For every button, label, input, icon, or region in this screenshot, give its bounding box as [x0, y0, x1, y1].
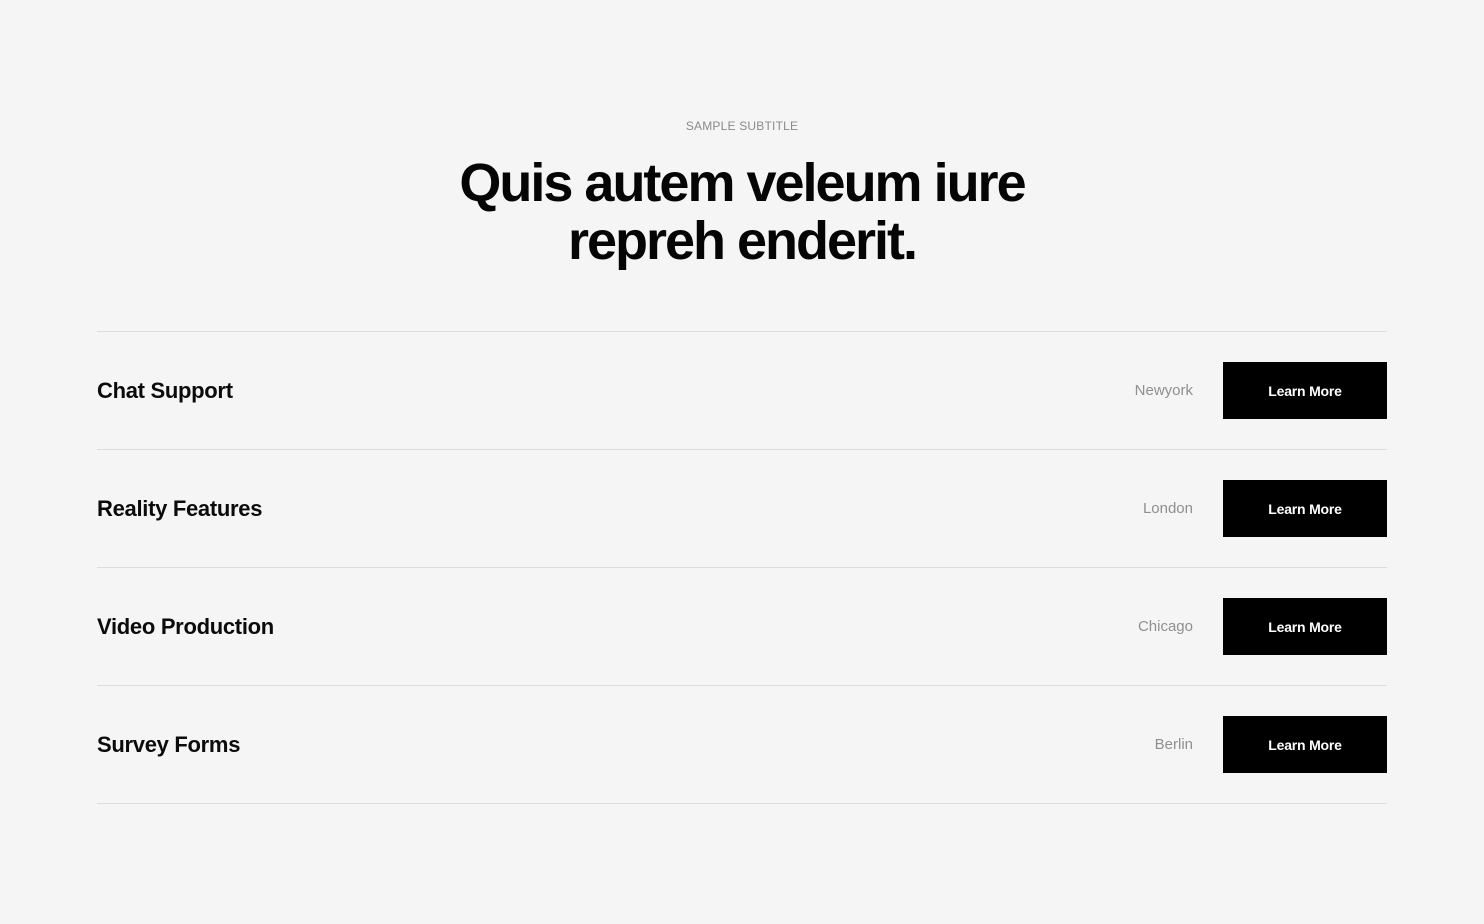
section-title-line-2: repreh enderit. — [567, 211, 918, 271]
item-title: Survey Forms — [97, 732, 241, 757]
item-title: Reality Features — [97, 496, 263, 521]
list-item: Video Production Chicago Learn More — [97, 568, 1387, 686]
item-location: Chicago — [1137, 618, 1193, 635]
learn-more-button[interactable]: Learn More — [1223, 480, 1387, 537]
list-item: Survey Forms Berlin Learn More — [97, 686, 1387, 804]
item-title: Chat Support — [97, 378, 233, 403]
services-list: Chat Support Newyork Learn More Reality … — [97, 331, 1387, 804]
section-title: Quis autem veleum iure repreh enderit. — [0, 154, 1484, 270]
item-location: Newyork — [1134, 382, 1193, 399]
item-location: Berlin — [1154, 736, 1193, 753]
section-subtitle: SAMPLE SUBTITLE — [685, 119, 799, 133]
section-title-line-1: Quis autem veleum iure — [459, 153, 1026, 213]
learn-more-button[interactable]: Learn More — [1223, 362, 1387, 419]
learn-more-button[interactable]: Learn More — [1223, 716, 1387, 773]
learn-more-button[interactable]: Learn More — [1223, 598, 1387, 655]
item-title: Video Production — [97, 614, 274, 639]
list-item: Chat Support Newyork Learn More — [97, 332, 1387, 450]
item-location: London — [1142, 500, 1193, 517]
list-item: Reality Features London Learn More — [97, 450, 1387, 568]
